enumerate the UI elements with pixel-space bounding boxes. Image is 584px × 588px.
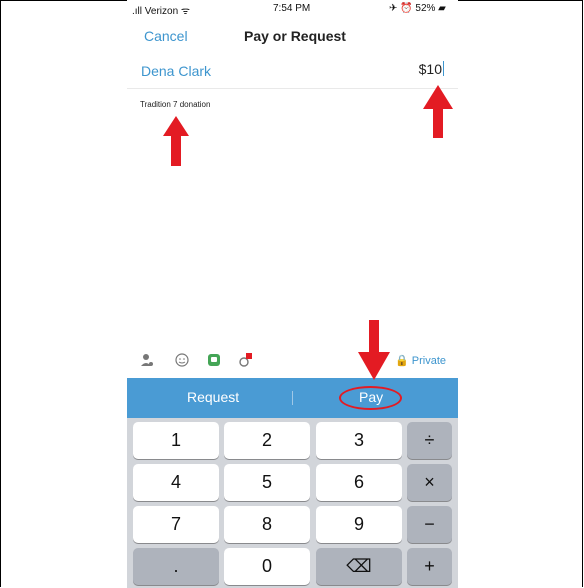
note-up-arrow-annotation [163,116,189,166]
key-2[interactable]: 2 [224,422,310,459]
recipient-name[interactable]: Dena Clark [141,63,211,79]
navigation-bar: Cancel Pay or Request [127,24,458,52]
key-7[interactable]: 7 [133,506,219,543]
key-8[interactable]: 8 [224,506,310,543]
amount-field[interactable]: $10 [419,61,444,77]
numeric-keypad: 1 2 3 ÷ 4 5 6 × 7 8 9 − . 0 ⌫ + [127,418,458,588]
divide-key[interactable]: ÷ [407,422,452,459]
minus-key[interactable]: − [407,506,452,543]
key-3[interactable]: 3 [316,422,402,459]
payment-toolbar: 🔒 Private [127,346,458,376]
camera-badge-icon[interactable] [237,352,253,368]
pay-button[interactable]: Pay [359,389,383,405]
key-9[interactable]: 9 [316,506,402,543]
sticker-icon[interactable] [206,352,222,368]
plus-key[interactable]: + [407,548,452,585]
pay-down-arrow-annotation [358,320,390,380]
key-0[interactable]: 0 [224,548,310,585]
smile-icon[interactable] [174,352,190,368]
key-5[interactable]: 5 [224,464,310,501]
phone-screen: .ıll Verizon ᯤ 7:54 PM ✈ ⏰ 52% ▰ Cancel … [127,0,458,588]
decimal-key[interactable]: . [133,548,219,585]
status-bar: .ıll Verizon ᯤ 7:54 PM ✈ ⏰ 52% ▰ [127,0,458,20]
battery-status: ✈ ⏰ 52% ▰ [389,3,446,14]
note-field[interactable]: Tradition 7 donation [140,100,210,109]
request-button[interactable]: Request [187,389,239,405]
amount-up-arrow-annotation [423,85,453,138]
status-time: 7:54 PM [273,3,311,14]
backspace-key[interactable]: ⌫ [316,548,402,585]
carrier-signal: .ıll Verizon ᯤ [132,6,191,17]
action-bar: Request Pay [127,378,458,418]
cancel-button[interactable]: Cancel [144,28,188,44]
multiply-key[interactable]: × [407,464,452,501]
key-6[interactable]: 6 [316,464,402,501]
user-icon[interactable] [139,352,155,368]
privacy-toggle[interactable]: 🔒 Private [395,354,446,367]
key-1[interactable]: 1 [133,422,219,459]
recipient-row[interactable]: Dena Clark $10 [127,54,458,89]
key-4[interactable]: 4 [133,464,219,501]
amount-value: $10 [418,61,442,77]
page-title: Pay or Request [244,28,346,44]
action-divider [292,391,293,405]
text-cursor [443,61,444,76]
